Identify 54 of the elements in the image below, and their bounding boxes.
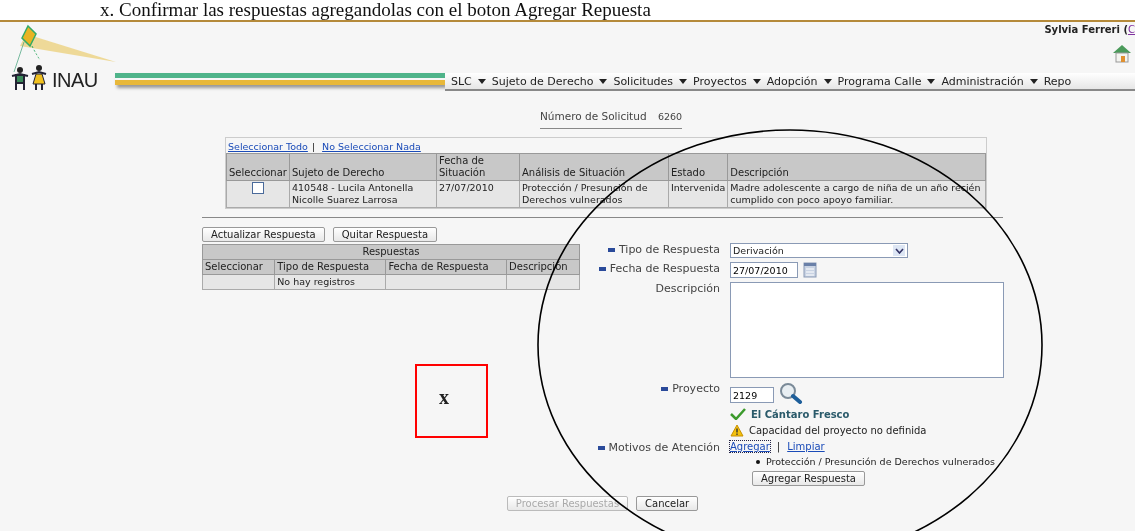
response-type-dropdown[interactable]: Derivación — [730, 243, 908, 258]
search-icon[interactable] — [779, 382, 803, 404]
home-icon[interactable] — [1111, 42, 1133, 64]
menu-item[interactable]: Repo — [1043, 74, 1072, 88]
date-field[interactable]: 27/07/2010 — [730, 262, 798, 278]
field-label: Motivos de Atención — [608, 441, 720, 454]
table-title: Respuestas — [202, 244, 580, 260]
description-field[interactable] — [730, 282, 1004, 378]
menu-item[interactable]: SLC — [451, 74, 472, 88]
response-button[interactable]: Actualizar Respuesta — [202, 227, 325, 242]
instruction-text: x. Confirmar las respuestas agregandolas con el boton Agregar Repuesta — [0, 0, 1135, 22]
menu-item[interactable]: Solicitudes — [613, 74, 674, 88]
project-field[interactable]: 2129 — [730, 387, 774, 403]
table-cell: 410548 - Lucila Antonella Nicolle Suarez Larrosa — [289, 180, 437, 208]
form-button[interactable]: Cancelar — [636, 496, 699, 511]
menu-item[interactable]: Sujeto de Derecho — [491, 74, 594, 88]
column-header: Fecha de Situación — [436, 153, 520, 181]
column-header: Estado — [668, 153, 728, 181]
column-header: Descripción — [727, 153, 986, 181]
user-name: Sylvia Ferreri ( — [1044, 24, 1128, 35]
reason-item: Protección / Presunción de Derechos vulnerados — [766, 456, 995, 467]
checkmark-icon — [730, 408, 746, 420]
field-label: Descripción — [655, 282, 720, 295]
add-response-button[interactable]: Agregar Respuesta — [752, 471, 865, 486]
menu-item[interactable]: Administración — [941, 74, 1024, 88]
field-label: Proyecto — [672, 382, 720, 395]
row-checkbox[interactable] — [252, 182, 264, 194]
warning-icon — [730, 424, 744, 437]
column-header: Seleccionar — [226, 153, 290, 181]
link-separator: | — [776, 441, 781, 452]
field-label: Tipo de Respuesta — [618, 243, 720, 256]
warning-message: Capacidad del proyecto no definida — [749, 425, 927, 436]
action-link[interactable]: Agregar — [730, 441, 770, 452]
column-header: Análisis de Situación — [519, 153, 669, 181]
request-number-label: Número de Solicitud — [540, 110, 647, 122]
table-cell: 27/07/2010 — [436, 180, 520, 208]
bullet-icon — [756, 459, 760, 464]
calendar-icon[interactable] — [803, 262, 817, 278]
user-link[interactable]: C — [1128, 24, 1135, 35]
menu-item[interactable]: Programa Calle — [837, 74, 922, 88]
project-name: El Cántaro Fresco — [751, 408, 850, 420]
link-separator: | — [311, 141, 316, 152]
request-number-value: 6260 — [657, 111, 683, 122]
logo-text: INAU — [52, 69, 98, 92]
menu-item[interactable]: Proyectos — [693, 74, 747, 88]
response-button[interactable]: Quitar Respuesta — [332, 227, 438, 242]
field-label: Fecha de Respuesta — [609, 262, 720, 275]
selection-link[interactable]: Seleccionar Todo — [228, 141, 308, 152]
action-link[interactable]: Limpiar — [787, 441, 825, 452]
annotation-label: x — [439, 386, 449, 409]
dropdown-arrow-icon — [893, 245, 905, 256]
column-header: Sujeto de Derecho — [289, 153, 437, 181]
selection-link[interactable]: No Seleccionar Nada — [322, 141, 421, 152]
menu-item[interactable]: Adopción — [766, 74, 818, 88]
